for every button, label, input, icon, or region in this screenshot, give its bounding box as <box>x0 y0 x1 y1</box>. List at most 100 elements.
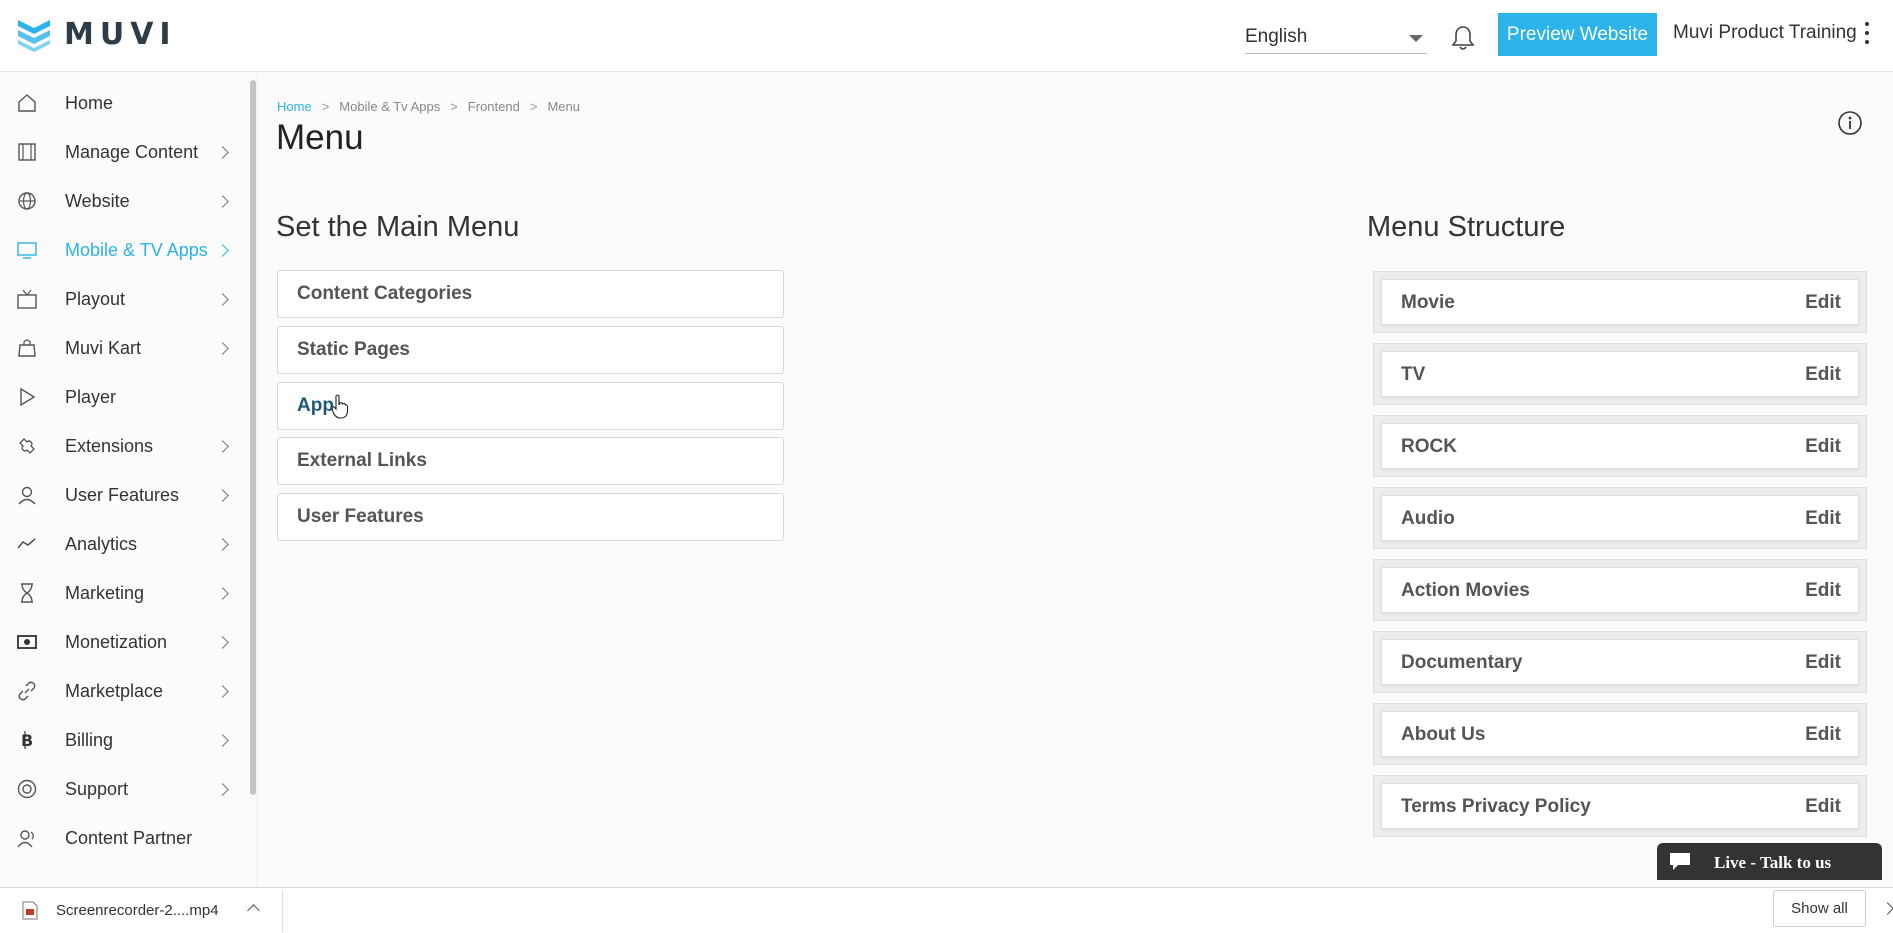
menu-option-static-pages[interactable]: Static Pages <box>277 326 784 374</box>
download-bar: Screenrecorder-2....mp4 Show all <box>0 887 1893 933</box>
info-icon[interactable] <box>1837 110 1863 136</box>
menu-structure-item-card[interactable]: Action Movies Edit <box>1381 567 1859 613</box>
partner-icon <box>17 830 34 848</box>
sidebar-item-label: Muvi Kart <box>65 337 142 358</box>
edit-link[interactable]: Edit <box>1805 292 1841 314</box>
menu-structure-item-card[interactable]: Documentary Edit <box>1381 639 1859 685</box>
svg-text:B: B <box>21 731 33 750</box>
tv-icon <box>17 289 37 309</box>
chevron-right-icon <box>216 538 229 551</box>
shopping-bag-icon <box>18 339 36 357</box>
menu-structure-item-label: Action Movies <box>1401 580 1530 601</box>
breadcrumb-frontend[interactable]: Frontend <box>468 99 520 114</box>
sidebar-item-extensions[interactable]: Extensions <box>0 423 250 469</box>
breadcrumb: Home > Mobile & Tv Apps > Frontend > Menu <box>277 99 580 114</box>
live-chat-widget[interactable]: Live - Talk to us <box>1657 843 1882 880</box>
sidebar-item-label: Playout <box>65 288 126 309</box>
menu-structure-item: ROCK Edit <box>1373 415 1867 477</box>
sidebar-item-playout[interactable]: Playout <box>0 276 250 322</box>
sidebar-item-billing[interactable]: B Billing <box>0 717 250 763</box>
globe-icon <box>18 192 36 210</box>
menu-structure-item-card[interactable]: TV Edit <box>1381 351 1859 397</box>
chevron-right-icon <box>216 734 229 747</box>
sidebar-item-muvi-kart[interactable]: Muvi Kart <box>0 325 250 371</box>
sidebar-item-monetization[interactable]: Monetization <box>0 619 250 665</box>
menu-option-user-features[interactable]: User Features <box>277 493 784 541</box>
edit-link[interactable]: Edit <box>1805 724 1841 746</box>
menu-structure-item-label: Documentary <box>1401 652 1523 673</box>
sidebar-item-marketing[interactable]: Marketing <box>0 570 250 616</box>
divider <box>282 890 283 932</box>
chevron-right-icon <box>216 293 229 306</box>
language-value: English <box>1245 26 1308 47</box>
sidebar-item-label: Extensions <box>65 435 154 456</box>
sidebar-item-label: User Features <box>65 484 180 505</box>
menu-option-external-links[interactable]: External Links <box>277 437 784 485</box>
bell-icon[interactable] <box>1450 24 1476 52</box>
muvi-logo[interactable]: MUVI <box>14 14 177 54</box>
caret-down-icon <box>1409 35 1423 42</box>
sidebar-item-label: Marketplace <box>65 680 164 701</box>
user-icon <box>18 486 36 505</box>
chevron-right-icon <box>216 783 229 796</box>
edit-link[interactable]: Edit <box>1805 364 1841 386</box>
film-icon <box>18 143 36 161</box>
menu-option-content-categories[interactable]: Content Categories <box>277 270 784 318</box>
sidebar-scrollbar[interactable] <box>250 80 256 795</box>
menu-structure-item: Documentary Edit <box>1373 631 1867 693</box>
chevron-right-icon[interactable] <box>1881 902 1893 915</box>
home-icon <box>18 94 36 112</box>
sidebar: Home Manage Content Website Mobile & TV … <box>0 73 258 887</box>
menu-structure-item-card[interactable]: Terms Privacy Policy Edit <box>1381 783 1859 829</box>
sidebar-item-player[interactable]: Player <box>0 374 250 420</box>
breadcrumb-mobile-tv-apps[interactable]: Mobile & Tv Apps <box>339 99 440 114</box>
edit-link[interactable]: Edit <box>1805 436 1841 458</box>
sidebar-item-marketplace[interactable]: Marketplace <box>0 668 250 714</box>
menu-structure-item-card[interactable]: About Us Edit <box>1381 711 1859 757</box>
sidebar-item-user-features[interactable]: User Features <box>0 472 250 518</box>
puzzle-icon <box>19 438 35 454</box>
menu-structure-item: Audio Edit <box>1373 487 1867 549</box>
show-all-button[interactable]: Show all <box>1773 890 1866 927</box>
menu-structure-item-label: ROCK <box>1401 436 1457 457</box>
menu-structure-item: Terms Privacy Policy Edit <box>1373 775 1867 837</box>
sidebar-item-support[interactable]: Support <box>0 766 250 812</box>
menu-structure-item-label: About Us <box>1401 724 1486 745</box>
language-select[interactable]: English <box>1245 22 1427 54</box>
user-account-name[interactable]: Muvi Product Training <box>1673 22 1857 44</box>
sidebar-item-analytics[interactable]: Analytics <box>0 521 250 567</box>
video-file-icon <box>22 901 38 920</box>
menu-structure-section-title: Menu Structure <box>1367 211 1566 243</box>
sidebar-item-label: Billing <box>65 729 114 750</box>
menu-structure-item-card[interactable]: ROCK Edit <box>1381 423 1859 469</box>
hourglass-icon <box>21 583 33 603</box>
edit-link[interactable]: Edit <box>1805 580 1841 602</box>
menu-structure-item-card[interactable]: Audio Edit <box>1381 495 1859 541</box>
chevron-right-icon <box>216 587 229 600</box>
menu-structure-item-label: Terms Privacy Policy <box>1401 796 1591 817</box>
link-icon <box>18 681 36 701</box>
sidebar-item-mobile-tv-apps[interactable]: Mobile & TV Apps <box>0 227 250 273</box>
more-options-icon[interactable] <box>1862 22 1872 44</box>
sidebar-item-website[interactable]: Website <box>0 178 250 224</box>
menu-option-app[interactable]: App <box>277 382 784 430</box>
menu-structure-item-label: TV <box>1401 364 1426 385</box>
sidebar-item-home[interactable]: Home <box>0 80 250 126</box>
menu-structure-item: Action Movies Edit <box>1373 559 1867 621</box>
sidebar-item-label: Analytics <box>65 533 138 554</box>
sidebar-item-label: Content Partner <box>65 827 193 848</box>
hand-cursor-icon <box>331 394 349 419</box>
sidebar-item-manage-content[interactable]: Manage Content <box>0 129 250 175</box>
preview-website-button[interactable]: Preview Website <box>1498 13 1657 56</box>
menu-structure-item-card[interactable]: Movie Edit <box>1381 279 1859 325</box>
money-icon <box>17 635 37 649</box>
breadcrumb-home[interactable]: Home <box>277 99 312 114</box>
edit-link[interactable]: Edit <box>1805 652 1841 674</box>
monitor-icon <box>17 242 37 259</box>
menu-structure-item-label: Movie <box>1401 292 1455 313</box>
download-file-name[interactable]: Screenrecorder-2....mp4 <box>56 902 219 919</box>
edit-link[interactable]: Edit <box>1805 508 1841 530</box>
edit-link[interactable]: Edit <box>1805 796 1841 818</box>
chevron-up-icon[interactable] <box>247 904 260 917</box>
sidebar-item-content-partner[interactable]: Content Partner <box>0 815 250 861</box>
